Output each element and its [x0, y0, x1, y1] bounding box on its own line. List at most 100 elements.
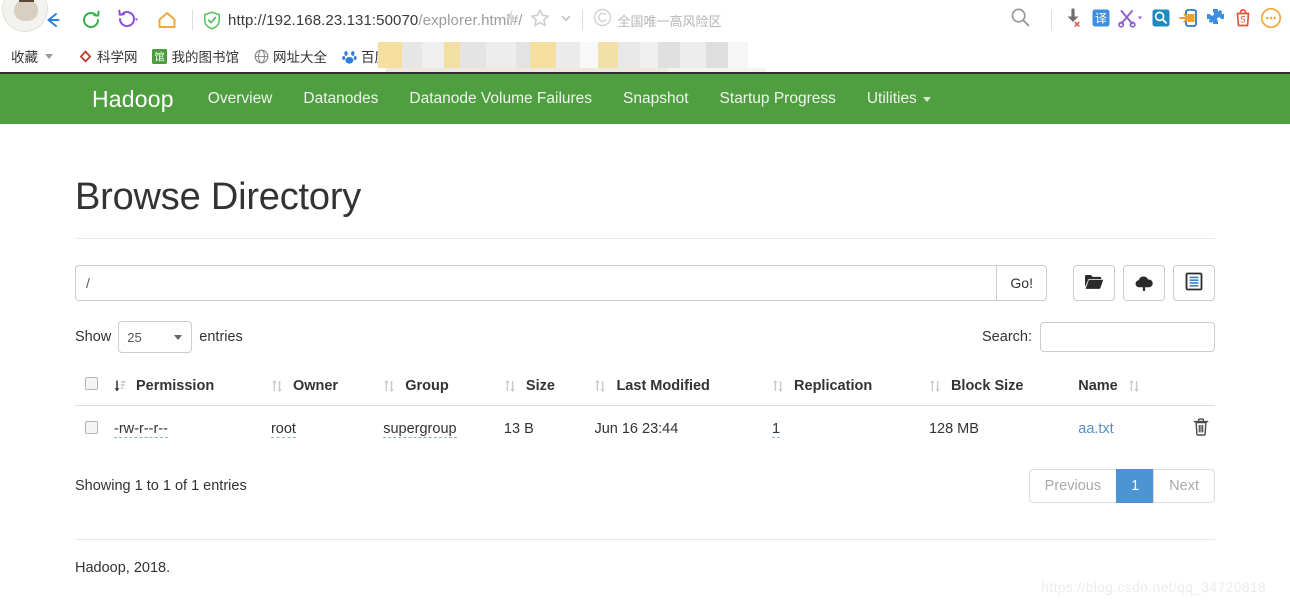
column-size[interactable]: Size [495, 367, 587, 406]
sort-both-icon [383, 379, 395, 393]
library-green-icon: 馆 [152, 48, 168, 64]
bookmark-favorites[interactable]: 收藏 [4, 44, 60, 68]
shield-check-icon [203, 10, 221, 30]
page-length-select[interactable]: 25 50 100 [118, 321, 193, 353]
brand-hadoop[interactable]: Hadoop [92, 86, 174, 113]
watermark: https://blog.csdn.net/qq_34720818 [1041, 579, 1266, 595]
home-icon[interactable] [152, 5, 182, 35]
row-select-cell[interactable] [75, 406, 106, 453]
column-group[interactable]: Group [375, 367, 496, 406]
column-label: Name [1078, 377, 1118, 394]
search-input[interactable] [1040, 322, 1215, 352]
cell-group: supergroup [375, 406, 496, 453]
pagination-previous[interactable]: Previous [1028, 469, 1117, 503]
files-table-head: Permission Owner Group Size Last Modifie… [75, 367, 1215, 406]
svg-text:译: 译 [1095, 11, 1107, 25]
shopping-icon[interactable]: S [1233, 7, 1253, 33]
owner-value[interactable]: root [270, 421, 296, 438]
pagination-page-1[interactable]: 1 [1116, 469, 1154, 503]
sogou-circle-icon [593, 8, 612, 32]
nav-label: Overview [207, 90, 273, 107]
baidu-paw-icon [341, 48, 357, 64]
cut-paste-button[interactable] [1173, 265, 1215, 301]
cell-name: aa.txt [1070, 406, 1175, 453]
column-last-modified[interactable]: Last Modified [586, 367, 765, 406]
cell-delete [1175, 406, 1215, 453]
column-label: Owner [292, 377, 339, 394]
datatable-footer: Showing 1 to 1 of 1 entries Previous 1 N… [75, 469, 1215, 503]
title-divider [75, 238, 1215, 239]
translate-icon[interactable]: 译 [1091, 8, 1111, 33]
url-text: http://192.168.23.131:50070/explorer.htm… [228, 11, 523, 29]
trash-icon[interactable] [1193, 418, 1209, 436]
nav-item-overview[interactable]: Overview [208, 90, 273, 108]
nav-item-utilities[interactable]: Utilities [867, 90, 931, 108]
browser-chrome: http://192.168.23.131:50070/explorer.htm… [0, 0, 1290, 72]
risk-area-label: 全国唯一高风险区 [617, 13, 722, 29]
sort-both-icon [504, 379, 516, 393]
sort-desc-icon [114, 379, 126, 393]
group-value[interactable]: supergroup [383, 421, 457, 438]
star-icon[interactable] [530, 8, 550, 33]
search-icon[interactable] [1010, 7, 1031, 33]
scissors-icon[interactable] [1118, 8, 1144, 33]
column-label: Replication [794, 377, 873, 394]
column-label: Group [405, 377, 449, 394]
bookmark-item-0[interactable]: 科学网 [70, 44, 145, 68]
datatable-controls: Show 25 50 100 entries Search: [75, 321, 1215, 353]
row-checkbox[interactable] [85, 420, 98, 434]
select-all-checkbox[interactable] [85, 377, 98, 390]
globe-icon [253, 48, 269, 64]
cell-replication: 1 [764, 406, 921, 453]
nav-label: Startup Progress [719, 90, 836, 107]
bookmark-label: 科学网 [97, 50, 138, 65]
diamond-red-icon [77, 48, 93, 64]
table-header-row: Permission Owner Group Size Last Modifie… [75, 367, 1215, 406]
cloud-upload-icon [1133, 273, 1155, 294]
column-replication[interactable]: Replication [764, 367, 921, 406]
bookmark-item-1[interactable]: 馆 我的图书馆 [145, 44, 247, 68]
column-label: Permission [136, 377, 215, 394]
nav-item-snapshot[interactable]: Snapshot [623, 90, 689, 108]
bookmarks-bar: 收藏 科学网 馆 我的图书馆 网址大全 [0, 40, 1290, 72]
column-owner[interactable]: Owner [262, 367, 376, 406]
save-page-icon[interactable] [1178, 8, 1198, 33]
puzzle-extension-icon[interactable] [1205, 7, 1226, 33]
bookmark-label: 我的图书馆 [171, 50, 240, 65]
column-select-all[interactable] [75, 367, 106, 406]
column-permission[interactable]: Permission [106, 367, 263, 406]
file-name-link[interactable]: aa.txt [1078, 421, 1113, 437]
nav-item-startup-progress[interactable]: Startup Progress [720, 90, 836, 108]
nav-item-datanodes[interactable]: Datanodes [303, 90, 378, 108]
history-back-dropdown-icon[interactable] [114, 5, 144, 35]
clipboard-list-icon [1185, 272, 1203, 294]
column-name[interactable]: Name [1070, 367, 1175, 406]
page-footer: Hadoop, 2018. [75, 539, 1215, 576]
new-directory-button[interactable] [1073, 265, 1115, 301]
sort-both-icon [929, 379, 941, 393]
bookmark-item-2[interactable]: 网址大全 [246, 44, 334, 68]
lightning-icon[interactable] [502, 8, 520, 33]
nav-item-datanode-volume-failures[interactable]: Datanode Volume Failures [409, 90, 592, 108]
entries-info: Showing 1 to 1 of 1 entries [75, 478, 247, 494]
upload-files-button[interactable] [1123, 265, 1165, 301]
cell-owner: root [263, 406, 375, 453]
column-block-size[interactable]: Block Size [920, 367, 1071, 406]
pagination-next[interactable]: Next [1153, 469, 1215, 503]
address-bar[interactable]: http://192.168.23.131:50070/explorer.htm… [203, 6, 522, 34]
screenshot-root: http://192.168.23.131:50070/explorer.htm… [0, 0, 1290, 601]
table-row[interactable]: -rw-r--r-- root supergroup 13 B Jun 16 2… [75, 406, 1215, 453]
permission-value[interactable]: -rw-r--r-- [114, 421, 168, 438]
reload-icon[interactable] [76, 5, 106, 35]
bookmark-favorites-label: 收藏 [11, 50, 38, 65]
menu-more-icon[interactable] [1260, 7, 1282, 34]
sort-both-icon [594, 379, 606, 393]
magnifier-icon[interactable] [1151, 8, 1171, 33]
chevron-down-icon[interactable] [560, 11, 572, 29]
entries-label: entries [199, 329, 243, 345]
go-button[interactable]: Go! [996, 265, 1047, 301]
chevron-down-icon [922, 96, 931, 102]
path-input[interactable] [75, 265, 997, 301]
download-icon[interactable] [1062, 7, 1084, 34]
replication-value[interactable]: 1 [772, 421, 781, 438]
